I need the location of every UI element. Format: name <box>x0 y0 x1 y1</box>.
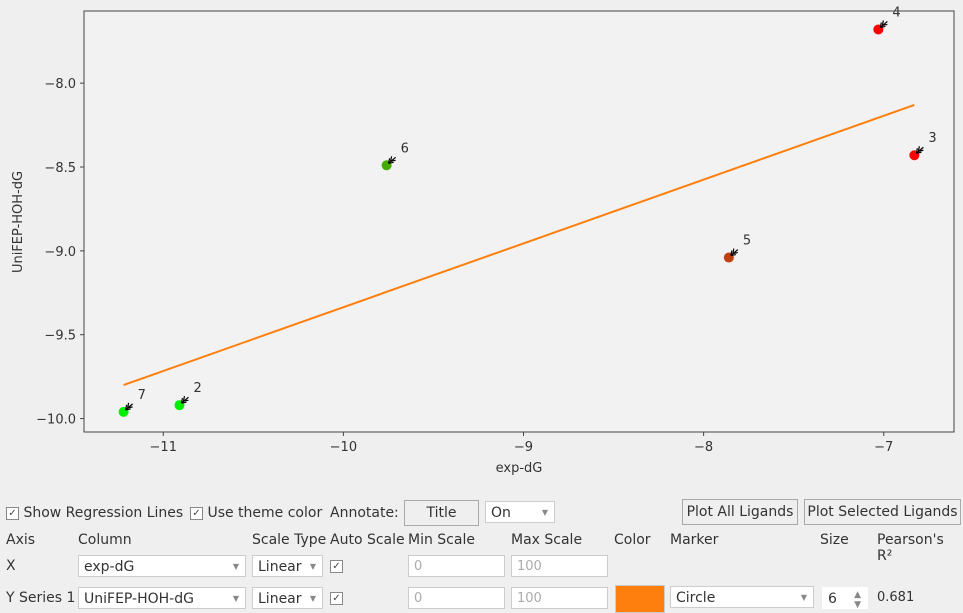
size-spinbox[interactable]: 6 ▲ ▼ <box>822 587 868 610</box>
chevron-down-icon: ▼ <box>309 562 316 571</box>
point-label: 3 <box>928 131 936 146</box>
spin-arrows-icon[interactable]: ▲ ▼ <box>854 590 861 610</box>
header-scale-type: Scale Type <box>252 532 327 548</box>
x-axis-label-cell: X <box>6 558 16 574</box>
header-color: Color <box>614 532 651 548</box>
header-pearson: Pearson's R² <box>877 532 944 564</box>
header-max-scale: Max Scale <box>511 532 583 548</box>
pearson-value: 0.681 <box>877 590 915 605</box>
y-auto-scale-checkbox[interactable]: ✓ <box>330 590 343 606</box>
y-series-label-cell: Y Series 1 <box>6 590 76 606</box>
header-auto-scale: Auto Scale <box>330 532 405 548</box>
marker-select[interactable]: Circle ▼ <box>670 586 814 608</box>
use-theme-color-checkbox[interactable]: ✓ Use theme color <box>190 505 322 521</box>
x-auto-scale-checkbox[interactable]: ✓ <box>330 558 343 574</box>
x-scale-value: Linear <box>258 559 302 575</box>
x-tick-label: −7 <box>874 440 893 455</box>
y-tick-label: −9.5 <box>44 329 76 344</box>
y-max-scale-input[interactable]: 100 <box>511 587 608 609</box>
x-tick-label: −10 <box>330 440 357 455</box>
show-regression-checkbox[interactable]: ✓ Show Regression Lines <box>6 505 183 521</box>
point-label: 2 <box>193 381 201 396</box>
chevron-down-icon: ▼ <box>309 594 316 603</box>
y-tick-label: −8.0 <box>44 77 76 92</box>
plot-selected-ligands-button[interactable]: Plot Selected Ligands <box>804 499 961 525</box>
x-column-select[interactable]: exp-dG ▼ <box>78 555 246 577</box>
x-tick-label: −8 <box>694 440 713 455</box>
y-column-select[interactable]: UniFEP-HOH-dG ▼ <box>78 587 246 609</box>
chevron-down-icon: ▼ <box>232 562 239 571</box>
title-button[interactable]: Title <box>404 500 479 526</box>
annotate-value: On <box>491 505 511 521</box>
header-min-scale: Min Scale <box>408 532 475 548</box>
size-value: 6 <box>828 591 837 607</box>
series-color-button[interactable] <box>615 585 665 613</box>
header-axis: Axis <box>6 532 36 548</box>
annotate-select[interactable]: On ▼ <box>485 501 555 523</box>
y-min-scale-input[interactable]: 0 <box>408 587 505 609</box>
x-max-scale-input[interactable]: 100 <box>511 555 608 577</box>
header-size: Size <box>820 532 849 548</box>
checkbox-icon: ✓ <box>330 591 343 605</box>
x-column-value: exp-dG <box>84 559 135 575</box>
header-marker: Marker <box>670 532 719 548</box>
chevron-down-icon: ▼ <box>541 508 548 517</box>
x-tick-label: −9 <box>514 440 533 455</box>
show-regression-label: Show Regression Lines <box>23 505 184 521</box>
x-tick-label: −11 <box>150 440 177 455</box>
plot-area <box>83 10 955 433</box>
use-theme-color-label: Use theme color <box>207 505 323 521</box>
x-axis-label: exp-dG <box>496 461 543 476</box>
point-label: 6 <box>401 141 409 156</box>
chevron-down-icon: ▼ <box>232 594 239 603</box>
point-label: 7 <box>138 388 146 403</box>
header-column: Column <box>78 532 132 548</box>
y-scale-select[interactable]: Linear ▼ <box>252 587 323 609</box>
marker-value: Circle <box>676 590 716 606</box>
plot-all-ligands-button[interactable]: Plot All Ligands <box>682 499 798 525</box>
x-scale-select[interactable]: Linear ▼ <box>252 555 323 577</box>
y-tick-label: −9.0 <box>44 245 76 260</box>
point-label: 4 <box>892 5 900 20</box>
checkbox-icon: ✓ <box>190 506 203 520</box>
x-min-scale-input[interactable]: 0 <box>408 555 505 577</box>
chevron-down-icon: ▼ <box>800 593 807 602</box>
y-column-value: UniFEP-HOH-dG <box>84 591 194 607</box>
y-tick-label: −8.5 <box>44 161 76 176</box>
checkbox-icon: ✓ <box>330 559 343 573</box>
scatter-chart: −11 −10 −9 −8 −7 −8.0 −8.5 −9.0 −9.5 −10.0 7 2 6 5 4 3… <box>11 5 955 476</box>
y-tick-label: −10.0 <box>36 413 76 428</box>
y-axis-label: UniFEP-HOH-dG <box>11 171 26 273</box>
y-scale-value: Linear <box>258 591 302 607</box>
checkbox-icon: ✓ <box>6 506 19 520</box>
point-label: 5 <box>743 234 751 249</box>
annotate-label: Annotate: <box>330 505 399 521</box>
